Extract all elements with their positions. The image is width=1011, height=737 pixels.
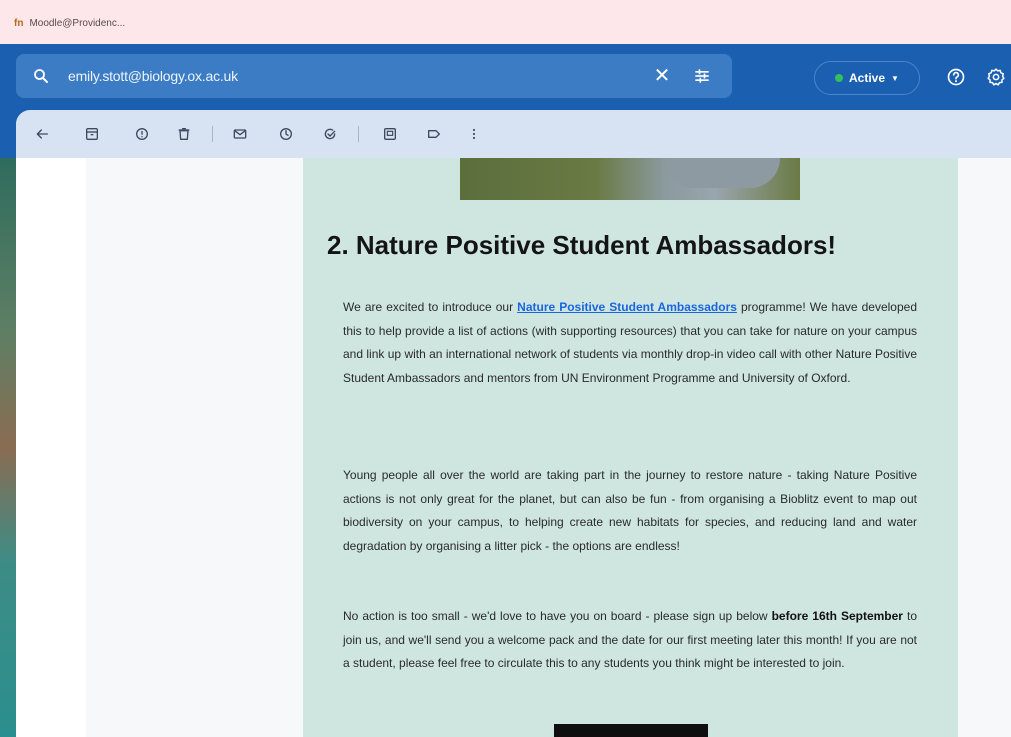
chevron-down-icon: ▼ (891, 73, 899, 83)
status-dropdown[interactable]: Active ▼ (814, 61, 920, 95)
message-view: 2. Nature Positive Student Ambassadors! … (16, 158, 1011, 737)
signup-button[interactable] (554, 724, 708, 737)
section-heading: 2. Nature Positive Student Ambassadors! (327, 230, 837, 260)
paragraph-intro: We are excited to introduce our Nature P… (343, 296, 917, 390)
delete-icon[interactable] (174, 124, 194, 144)
tab-title: Moodle@Providenc... (29, 18, 126, 29)
close-icon[interactable]: ✕ (652, 66, 672, 86)
back-arrow-icon[interactable] (32, 124, 52, 144)
status-label: Active (849, 71, 886, 85)
snooze-icon[interactable] (276, 124, 296, 144)
more-options-icon[interactable] (464, 124, 484, 144)
mark-unread-icon[interactable] (230, 124, 250, 144)
add-task-icon[interactable] (320, 124, 340, 144)
app-header: emily.stott@biology.ox.ac.uk ✕ Active ▼ (0, 44, 1011, 110)
search-bar[interactable]: emily.stott@biology.ox.ac.uk ✕ (16, 54, 732, 98)
move-to-icon[interactable] (380, 124, 400, 144)
ambassadors-link[interactable]: Nature Positive Student Ambassadors (517, 300, 737, 314)
toolbar-divider (212, 126, 213, 142)
report-spam-icon[interactable] (132, 124, 152, 144)
archive-icon[interactable] (82, 124, 102, 144)
email-body: 2. Nature Positive Student Ambassadors! … (303, 158, 958, 737)
deadline-text: before 16th September (771, 609, 903, 623)
left-margin (86, 158, 303, 737)
moodle-favicon-icon: fn (14, 18, 24, 29)
right-margin (958, 158, 1011, 737)
paragraph-actions: Young people all over the world are taki… (343, 468, 917, 553)
paragraph-text: No action is too small - we'd love to ha… (343, 609, 772, 623)
newsletter-image-detail (670, 158, 780, 188)
label-icon[interactable] (424, 124, 444, 144)
toolbar-divider (358, 126, 359, 142)
search-icon[interactable] (32, 67, 50, 85)
newsletter-image (460, 158, 800, 200)
left-rail (16, 158, 86, 737)
browser-tab[interactable]: fn Moodle@Providenc... (14, 18, 125, 29)
message-toolbar (16, 110, 1011, 158)
paragraph-text: We are excited to introduce our (343, 300, 518, 314)
browser-tab-strip: fn Moodle@Providenc... (0, 0, 1011, 44)
gear-icon[interactable] (986, 67, 1006, 87)
search-input[interactable]: emily.stott@biology.ox.ac.uk (68, 68, 238, 84)
paragraph-signup: No action is too small - we'd love to ha… (343, 605, 917, 676)
help-icon[interactable] (946, 67, 966, 87)
search-options-icon[interactable] (692, 66, 712, 86)
status-dot-icon (835, 74, 844, 82)
desktop-background-edge (0, 158, 16, 737)
